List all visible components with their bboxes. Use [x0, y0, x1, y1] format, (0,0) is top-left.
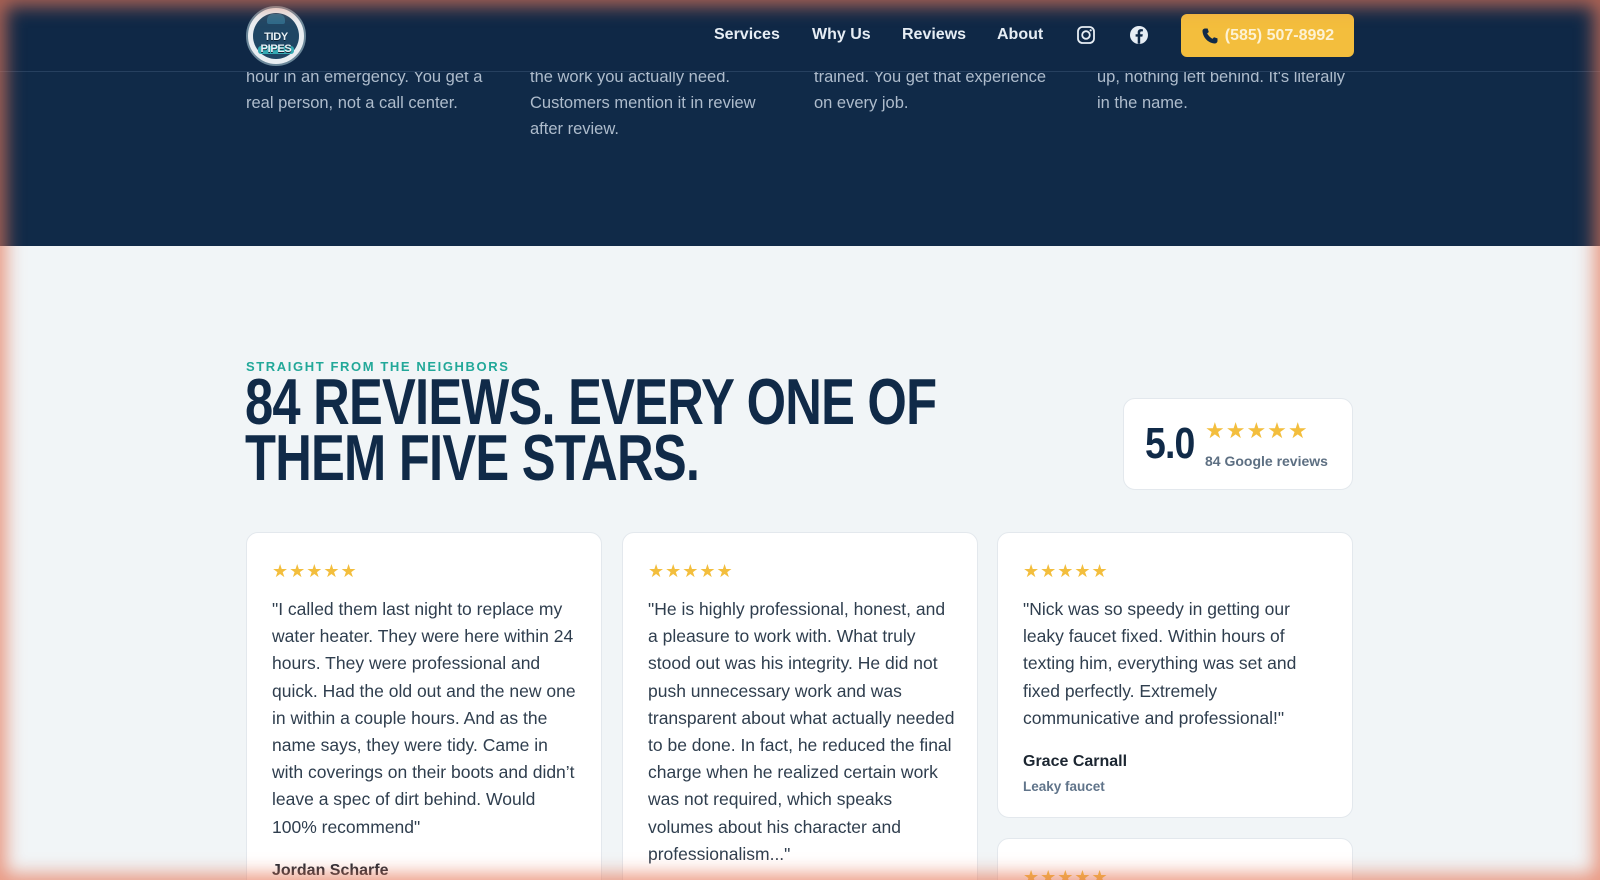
review-stars: ★★★★★ [1023, 867, 1109, 880]
review-text: "Nick was so speedy in getting our leaky… [1023, 599, 1297, 728]
review-card: ★★★★★ "He is highly professional, honest… [622, 532, 978, 880]
facebook-icon[interactable] [1128, 24, 1150, 46]
logo-bow-icon [267, 14, 285, 24]
review-card: ★★★★★ [997, 838, 1353, 880]
logo-text: TIDY PIPES [260, 31, 292, 55]
phone-number: (585) 507-8992 [1224, 26, 1335, 44]
nav-reviews[interactable]: Reviews [902, 26, 966, 44]
feature-text: the work you actually need. Customers me… [530, 68, 756, 138]
review-text: "He is highly professional, honest, and … [648, 599, 955, 864]
review-author: Grace Carnall [1023, 753, 1128, 770]
headline-line: THEM FIVE STARS. [245, 421, 700, 494]
phone-icon [1201, 27, 1219, 45]
review-stars: ★★★★★ [1023, 561, 1109, 581]
review-card: ★★★★★ "Nick was so speedy in getting our… [997, 532, 1353, 818]
review-stars: ★★★★★ [648, 561, 734, 581]
call-phone-button[interactable]: (585) 507-8992 [1181, 14, 1354, 57]
review-card: ★★★★★ "I called them last night to repla… [246, 532, 602, 880]
site-header: TIDY PIPES Services Why Us Reviews About… [0, 0, 1600, 72]
nav-about[interactable]: About [997, 26, 1043, 44]
rating-score: 5.0 [1145, 419, 1195, 468]
google-rating-card: 5.0 ★★★★★ 84 Google reviews [1123, 398, 1353, 490]
review-topic: Leaky faucet [1023, 779, 1105, 794]
nav-why-us[interactable]: Why Us [812, 26, 871, 44]
review-text: "I called them last night to replace my … [272, 599, 576, 837]
rating-stars: ★★★★★ [1205, 418, 1309, 443]
section-headline: 84 REVIEWS. EVERY ONE OF THEM FIVE STARS… [245, 369, 937, 494]
review-stars: ★★★★★ [272, 561, 358, 581]
instagram-icon[interactable] [1075, 24, 1097, 46]
review-author: Jordan Scharfe [272, 862, 389, 879]
nav-services[interactable]: Services [714, 26, 780, 44]
logo[interactable]: TIDY PIPES [246, 6, 306, 66]
rating-count: 84 Google reviews [1205, 453, 1328, 469]
